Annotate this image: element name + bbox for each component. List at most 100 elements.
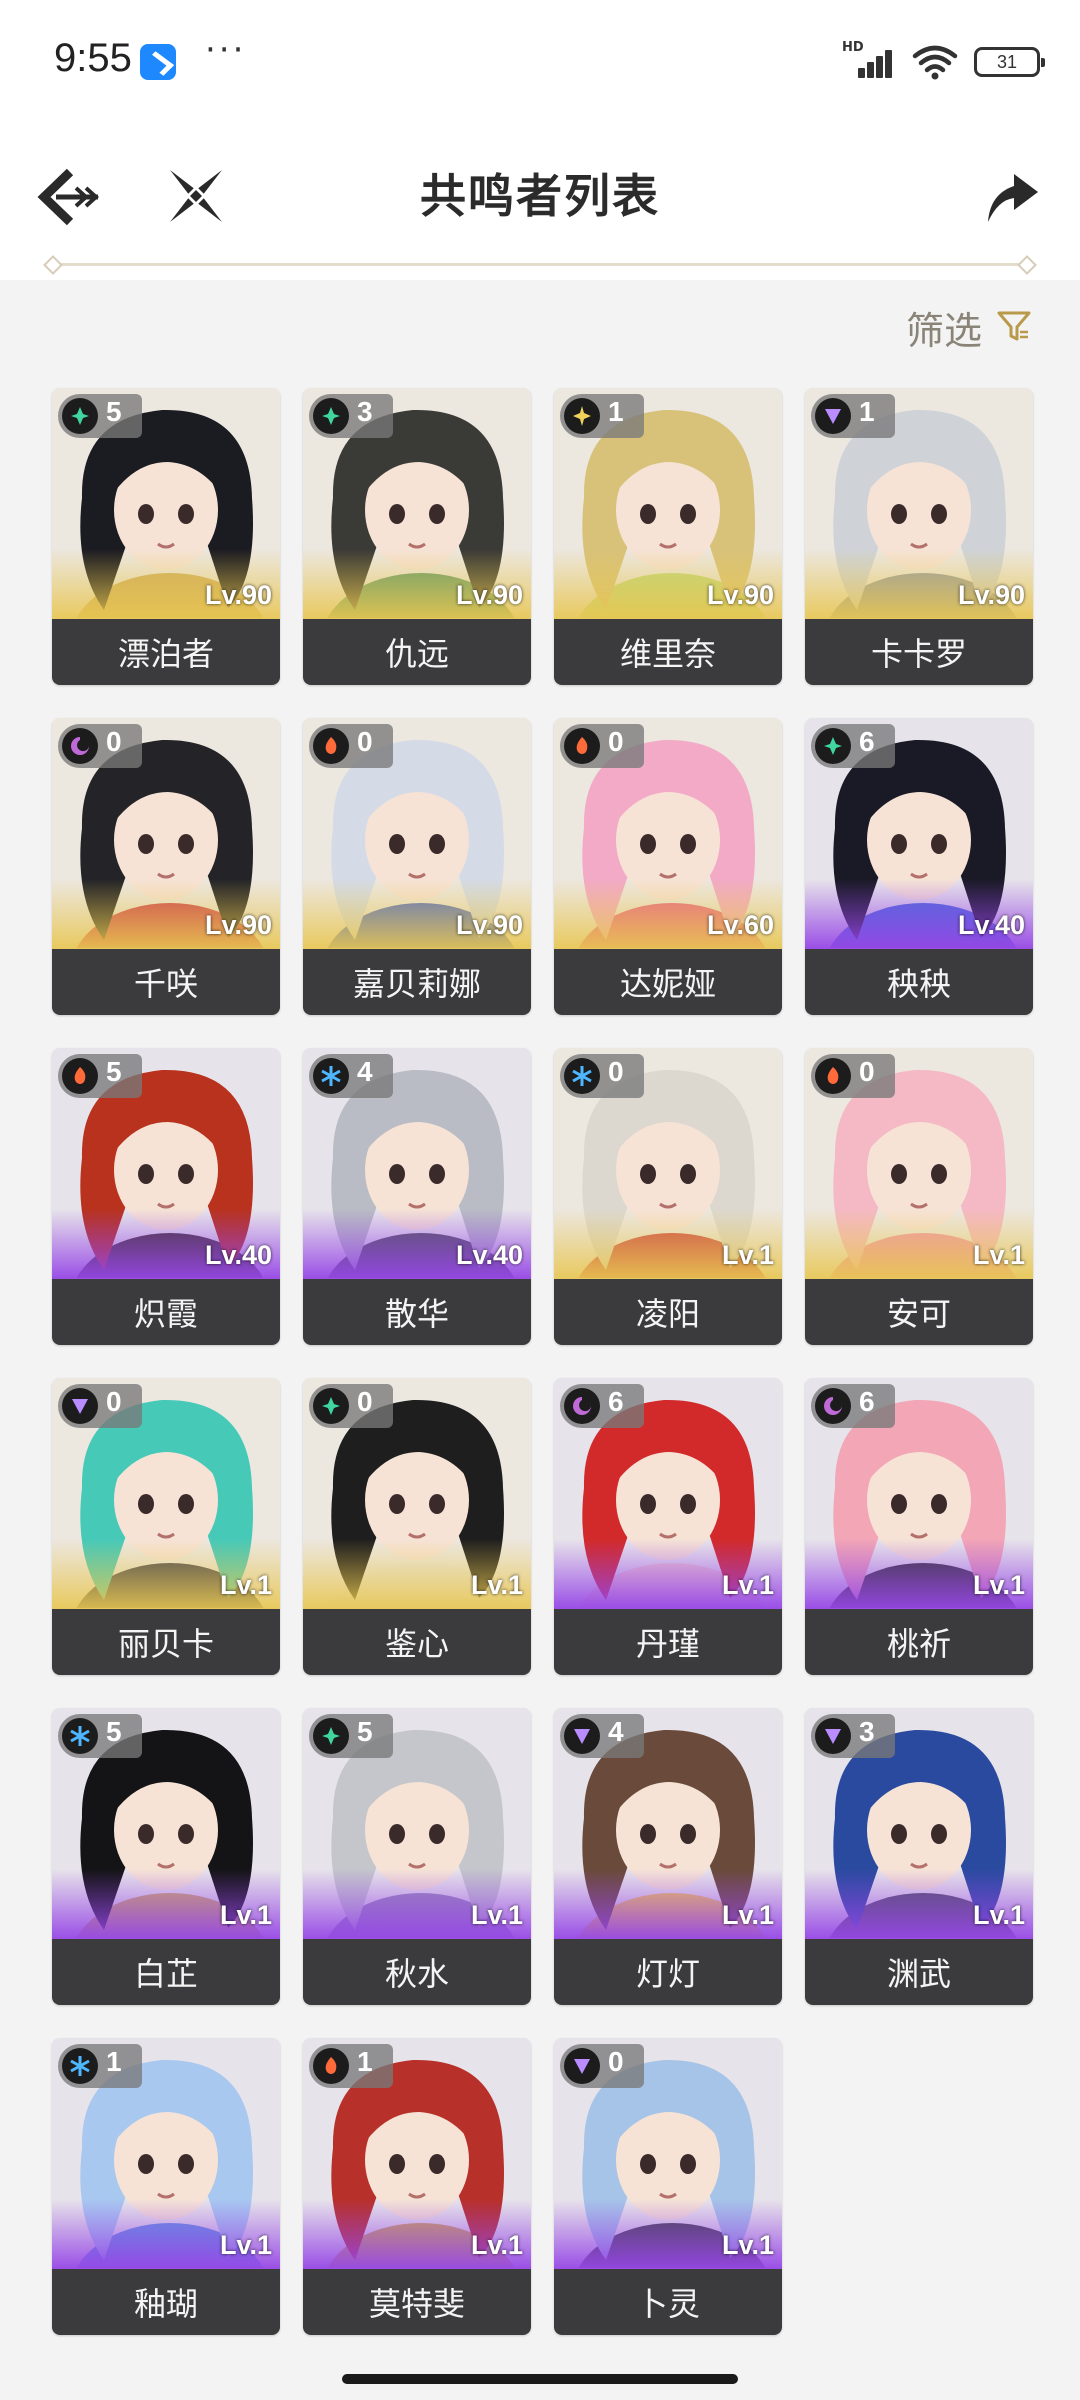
battery-level: 31 [996,51,1018,72]
character-name: 嘉贝莉娜 [303,949,531,1015]
sequence-number: 4 [357,1056,373,1087]
character-card[interactable]: 0 Lv.60 达妮娅 [554,718,782,1015]
character-level: Lv.60 [706,910,774,940]
character-level: Lv.1 [721,1570,774,1600]
sequence-number: 0 [608,2046,624,2077]
character-level: Lv.40 [957,910,1025,940]
spectro-element-icon [564,398,600,434]
character-level: Lv.90 [706,580,774,610]
character-card[interactable]: 0 Lv.1 凌阳 [554,1048,782,1345]
character-card[interactable]: 0 Lv.90 千咲 [52,718,280,1015]
character-card[interactable]: 1 Lv.90 卡卡罗 [805,388,1033,685]
sequence-badge: 0 [811,1054,895,1098]
fusion-element-icon [815,1058,851,1094]
character-card[interactable]: 5 Lv.90 漂泊者 [52,388,280,685]
character-level: Lv.1 [972,1570,1025,1600]
character-card[interactable]: 5 Lv.1 白芷 [52,1708,280,2005]
character-level: Lv.90 [455,580,523,610]
character-card[interactable]: 0 Lv.1 安可 [805,1048,1033,1345]
sequence-badge: 5 [58,394,142,438]
fusion-element-icon [313,2048,349,2084]
character-card[interactable]: 5 Lv.40 炽霞 [52,1048,280,1345]
aero-element-icon [62,398,98,434]
havoc-element-icon [564,1388,600,1424]
sequence-badge: 3 [309,394,393,438]
character-name: 漂泊者 [52,619,280,685]
sequence-number: 3 [859,1716,875,1747]
character-card[interactable]: 4 Lv.40 散华 [303,1048,531,1345]
status-indicators: HD 31 [842,40,1045,82]
fusion-element-icon [62,1058,98,1094]
character-card[interactable]: 1 Lv.1 莫特斐 [303,2038,531,2335]
aero-element-icon [313,1388,349,1424]
character-name: 桃祈 [805,1609,1033,1675]
glacio-element-icon [313,1058,349,1094]
glacio-element-icon [62,1718,98,1754]
electro-element-icon [564,2048,600,2084]
character-card[interactable]: 0 Lv.1 卜灵 [554,2038,782,2335]
sequence-badge: 6 [811,1384,895,1428]
aero-element-icon [815,728,851,764]
filter-label: 筛选 [905,309,982,353]
sequence-badge: 6 [811,724,895,768]
sequence-badge: 3 [811,1714,895,1758]
aero-element-icon [313,1718,349,1754]
character-card[interactable]: 6 Lv.1 丹瑾 [554,1378,782,1675]
sequence-badge: 4 [560,1714,644,1758]
character-card[interactable]: 4 Lv.1 灯灯 [554,1708,782,2005]
character-level: Lv.1 [219,1900,272,1930]
character-card[interactable]: 6 Lv.40 秧秧 [805,718,1033,1015]
havoc-element-icon [62,728,98,764]
character-level: Lv.90 [455,910,523,940]
sequence-number: 1 [106,2046,122,2077]
sequence-badge: 0 [309,1384,393,1428]
character-level: Lv.1 [219,2230,272,2260]
character-card[interactable]: 0 Lv.1 鉴心 [303,1378,531,1675]
sequence-number: 6 [859,726,875,757]
page-title: 共鸣者列表 [420,169,660,223]
sequence-number: 5 [357,1716,373,1747]
character-name: 达妮娅 [554,949,782,1015]
character-name: 丽贝卡 [52,1609,280,1675]
character-card[interactable]: 6 Lv.1 桃祈 [805,1378,1033,1675]
character-name: 仇远 [303,619,531,685]
character-name: 灯灯 [554,1939,782,2005]
character-level: Lv.90 [957,580,1025,610]
character-card[interactable]: 3 Lv.90 仇远 [303,388,531,685]
character-name: 炽霞 [52,1279,280,1345]
character-card[interactable]: 0 Lv.1 丽贝卡 [52,1378,280,1675]
aero-element-icon [313,398,349,434]
sequence-badge: 6 [560,1384,644,1428]
sequence-badge: 0 [560,724,644,768]
sequence-number: 0 [608,1056,624,1087]
character-name: 卡卡罗 [805,619,1033,685]
status-more-dots: ··· [205,30,247,70]
sequence-number: 0 [106,726,122,757]
sequence-badge: 0 [58,1384,142,1428]
sequence-badge: 0 [309,724,393,768]
character-level: Lv.40 [455,1240,523,1270]
character-name: 釉瑚 [52,2269,280,2335]
character-card[interactable]: 1 Lv.1 釉瑚 [52,2038,280,2335]
character-name: 秧秧 [805,949,1033,1015]
character-level: Lv.1 [470,2230,523,2260]
sequence-badge: 5 [58,1054,142,1098]
character-card[interactable]: 0 Lv.90 嘉贝莉娜 [303,718,531,1015]
character-name: 白芷 [52,1939,280,2005]
glacio-element-icon [564,1058,600,1094]
character-name: 丹瑾 [554,1609,782,1675]
character-card[interactable]: 3 Lv.1 渊武 [805,1708,1033,2005]
filter-button[interactable]: 筛选 [906,300,1032,355]
electro-element-icon [815,1718,851,1754]
character-card[interactable]: 5 Lv.1 秋水 [303,1708,531,2005]
character-level: Lv.1 [721,2230,774,2260]
character-name: 秋水 [303,1939,531,2005]
share-arrow-icon[interactable] [974,160,1046,232]
page-header: 共鸣者列表 [0,130,1080,280]
character-card[interactable]: 1 Lv.90 维里奈 [554,388,782,685]
home-indicator[interactable] [342,2374,738,2384]
character-level: Lv.1 [972,1240,1025,1270]
sequence-number: 5 [106,396,122,427]
character-level: Lv.1 [721,1900,774,1930]
glacio-element-icon [62,2048,98,2084]
